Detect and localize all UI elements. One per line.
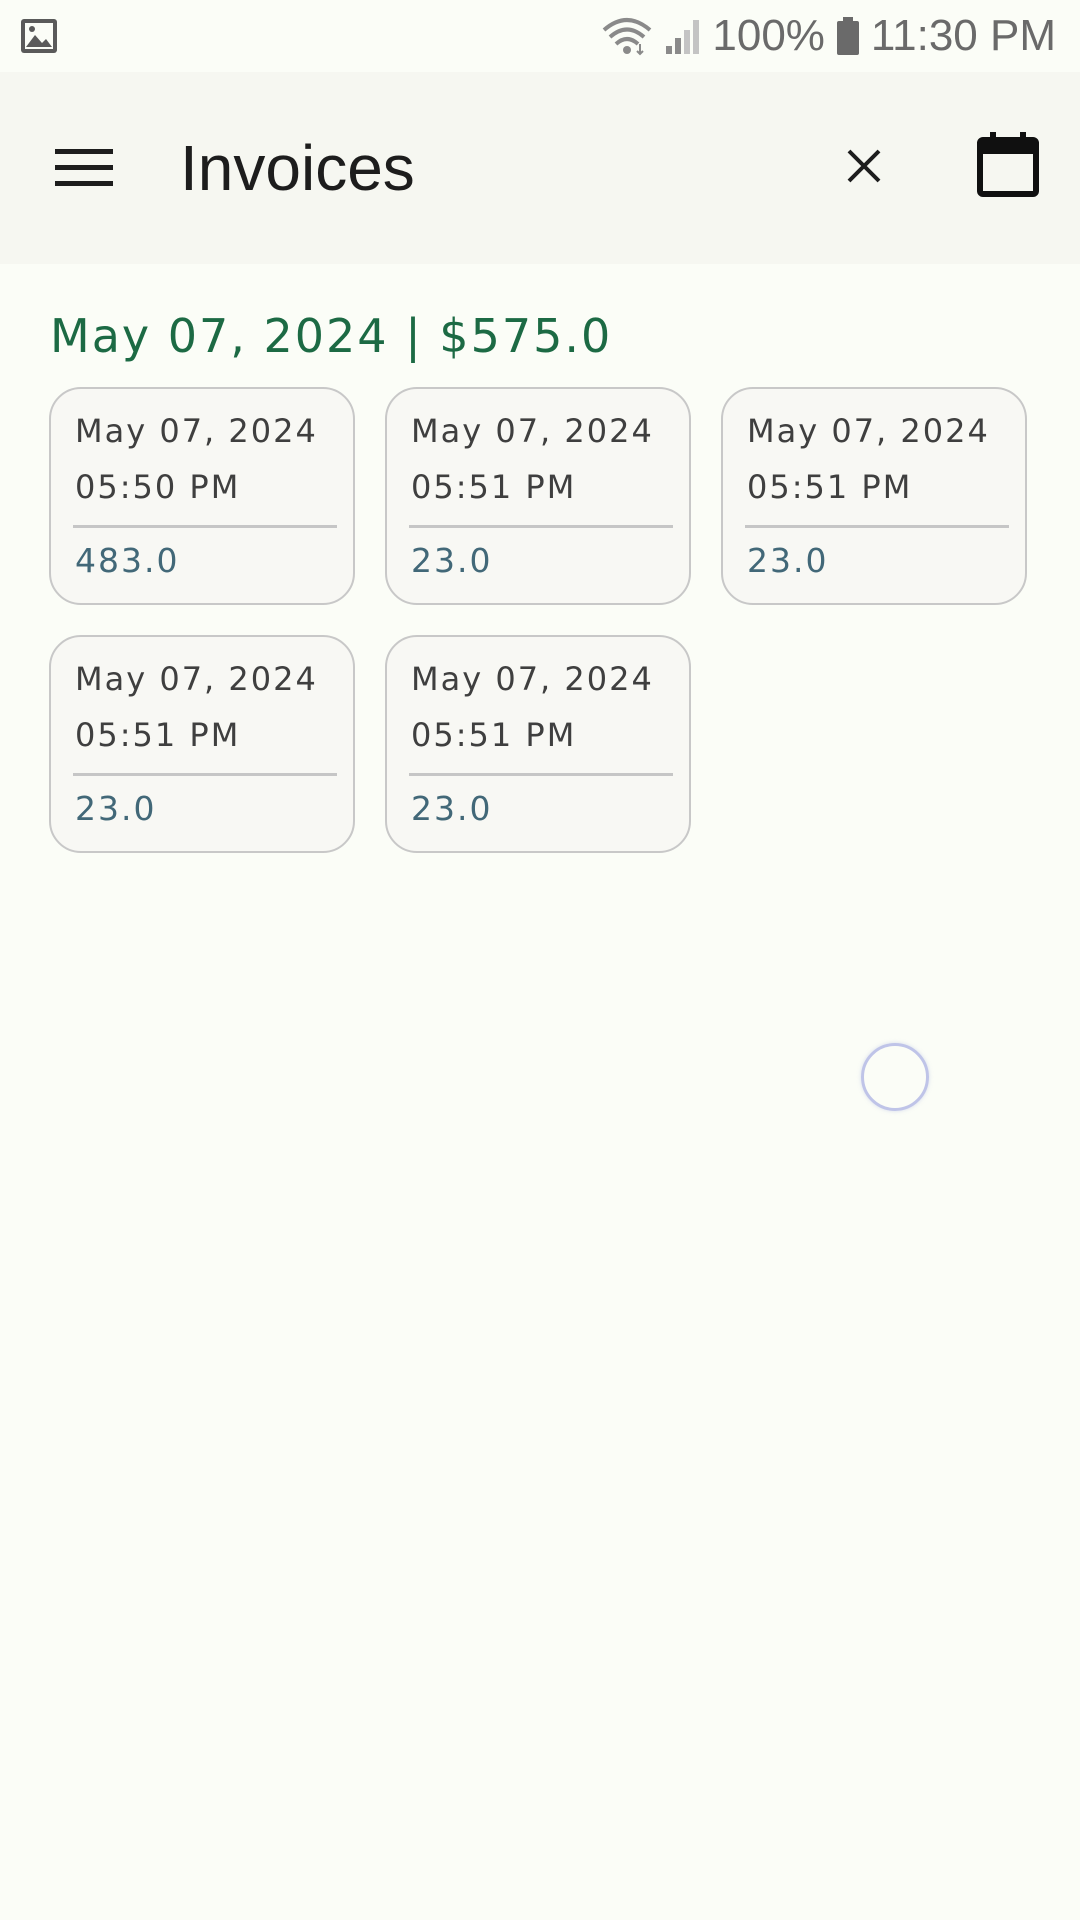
invoice-date: May 07, 2024 [411,412,654,450]
invoice-amount: 483.0 [75,541,180,580]
image-notification-icon [20,18,58,54]
invoice-date: May 07, 2024 [75,660,318,698]
invoice-date: May 07, 2024 [411,660,654,698]
invoice-card[interactable]: May 07, 2024 05:51 PM 23.0 [49,635,355,853]
calendar-icon[interactable] [968,124,1048,204]
invoice-amount: 23.0 [411,541,493,580]
clock: 11:30 PM [870,11,1056,60]
date-total-header: May 07, 2024 | $575.0 [50,309,613,363]
divider [409,525,673,528]
signal-icon [666,20,700,54]
invoice-date: May 07, 2024 [747,412,990,450]
menu-icon[interactable] [42,132,126,204]
invoice-amount: 23.0 [747,541,829,580]
invoice-time: 05:51 PM [411,468,577,506]
invoice-card[interactable]: May 07, 2024 05:50 PM 483.0 [49,387,355,605]
battery-icon [836,17,859,55]
battery-percent: 100% [712,11,825,60]
invoice-time: 05:51 PM [411,716,577,754]
touch-indicator [861,1043,929,1111]
close-icon[interactable] [830,132,898,200]
invoice-date: May 07, 2024 [75,412,318,450]
invoice-card[interactable]: May 07, 2024 05:51 PM 23.0 [385,387,691,605]
invoice-time: 05:50 PM [75,468,241,506]
app-bar: Invoices [0,72,1080,264]
divider [73,773,337,776]
invoice-card[interactable]: May 07, 2024 05:51 PM 23.0 [721,387,1027,605]
divider [73,525,337,528]
invoice-time: 05:51 PM [75,716,241,754]
status-bar: 100% 11:30 PM [0,0,1080,72]
invoice-time: 05:51 PM [747,468,913,506]
invoice-amount: 23.0 [411,789,493,828]
divider [745,525,1009,528]
wifi-icon [603,18,652,56]
invoice-amount: 23.0 [75,789,157,828]
page-title: Invoices [180,132,415,204]
divider [409,773,673,776]
status-indicators: 100% 11:30 PM [600,8,1056,64]
invoice-card[interactable]: May 07, 2024 05:51 PM 23.0 [385,635,691,853]
